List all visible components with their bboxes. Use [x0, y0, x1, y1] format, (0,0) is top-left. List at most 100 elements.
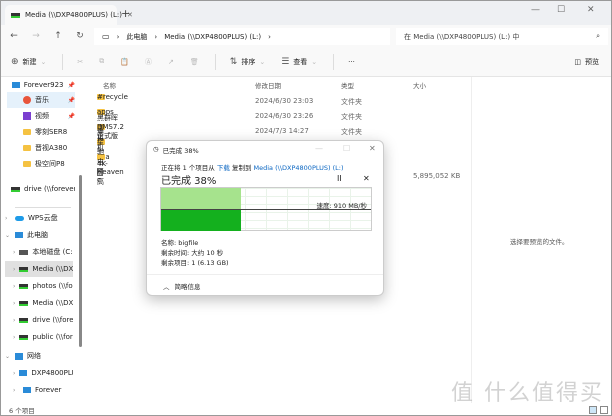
sidebar-item-label: 此电脑	[27, 231, 48, 239]
dialog-minimize-button[interactable]: —	[315, 144, 323, 153]
sidebar-item[interactable]: ⌄ 此电脑	[5, 227, 73, 243]
chevron-icon[interactable]: ›	[13, 317, 15, 324]
pin-icon: 📌	[67, 112, 75, 120]
less-details-button[interactable]: ︿ 简略信息	[163, 281, 201, 291]
copy-description: 正在将 1 个项目从 下载 复制到 Media (\\DXP4800PLUS) …	[161, 164, 344, 172]
file-name: 4K-Heaven c	[97, 160, 124, 184]
minimize-button[interactable]: —	[531, 5, 540, 15]
sidebar-item[interactable]: ⌄ 网络	[5, 348, 73, 364]
up-icon[interactable]: ↑	[47, 31, 69, 41]
forward-icon[interactable]: →	[25, 31, 47, 41]
chevron-icon[interactable]: ⌄	[5, 232, 11, 239]
breadcrumb-media[interactable]: Media (\\DXP4800PLUS) (L:)	[164, 33, 261, 41]
sidebar-item[interactable]: › Forever	[5, 382, 73, 398]
sidebar-item[interactable]: drive (\\forever	[7, 181, 75, 197]
cloud-icon	[15, 215, 24, 221]
chevron-icon[interactable]: ›	[13, 387, 19, 394]
chevron-icon[interactable]: ›	[13, 266, 15, 273]
scissors-icon: ✂	[77, 57, 84, 66]
dialog-maximize-button[interactable]: ☐	[343, 144, 350, 153]
tab-media[interactable]: Media (\\DXP4800PLUS) (L:) ✕	[5, 5, 133, 25]
chevron-icon[interactable]: ›	[13, 334, 15, 341]
sidebar-item-label: DXP4800PLU	[31, 369, 73, 377]
sidebar-scrollbar[interactable]	[79, 175, 82, 347]
destination-link[interactable]: Media (\\DXP4800PLUS) (L:)	[254, 164, 344, 172]
sidebar-item[interactable]: 视频 📌	[7, 108, 75, 124]
sidebar-item[interactable]: › WPS云盘	[5, 210, 73, 226]
view-button[interactable]: ☰ 查看 ⌄	[281, 57, 317, 67]
sidebar-item-label: Forever	[35, 386, 62, 394]
clock-icon: ◷	[153, 145, 159, 153]
sidebar-item[interactable]: 晋视A380	[7, 140, 75, 156]
address-bar[interactable]: ▭ › 此电脑 › Media (\\DXP4800PLUS) (L:) ›	[94, 28, 390, 45]
chevron-icon[interactable]: ›	[13, 300, 15, 307]
folder-icon	[23, 145, 31, 151]
sidebar-item[interactable]: 极空间P8	[7, 156, 75, 172]
sidebar-item-label: 音乐	[35, 96, 49, 104]
more-button[interactable]: ···	[348, 58, 355, 66]
music-icon	[23, 96, 31, 104]
cancel-copy-button[interactable]: ✕	[363, 174, 370, 183]
close-button[interactable]: ✕	[587, 5, 595, 15]
drive-icon	[19, 266, 29, 272]
sidebar-item[interactable]: Forever923 📌	[7, 77, 75, 93]
new-button[interactable]: ⊕ 新建 ⌄	[11, 57, 46, 67]
file-name: 名称: bigfile	[161, 239, 199, 247]
details-view-button[interactable]	[589, 406, 597, 414]
dialog-close-button[interactable]: ✕	[369, 144, 376, 153]
chevron-icon[interactable]: ›	[5, 215, 11, 222]
sidebar-item[interactable]: › Media (\\DXP	[5, 295, 73, 311]
sidebar-item-label: 零刻SER8	[35, 128, 68, 136]
sidebar-item-label: drive (\\forev	[32, 316, 73, 324]
share-button[interactable]: ↗	[168, 58, 174, 66]
file-row[interactable]: apps 2024/6/30 23:26 文件夹	[87, 108, 471, 127]
sidebar-item[interactable]: › photos (\\fore	[5, 278, 73, 294]
pin-icon: 📌	[67, 81, 75, 89]
column-size[interactable]: 大小	[413, 80, 426, 90]
breadcrumb-this-pc[interactable]: 此电脑	[126, 32, 147, 42]
preview-placeholder: 选择要预览的文件。	[510, 238, 569, 246]
column-headers: 名称 修改日期 类型 大小	[87, 80, 471, 94]
sidebar-item[interactable]: 零刻SER8	[7, 124, 75, 140]
chevron-icon[interactable]: ⌄	[5, 353, 11, 360]
source-link[interactable]: 下载	[217, 164, 230, 172]
cut-button[interactable]: ✂	[77, 58, 83, 66]
sidebar-item-label: drive (\\forever	[24, 185, 75, 193]
column-type[interactable]: 类型	[341, 80, 354, 90]
disk-icon	[19, 249, 29, 255]
rename-button[interactable]: Ⓐ	[145, 57, 152, 67]
pause-button[interactable]: II	[337, 174, 342, 183]
sidebar-item[interactable]: › DXP4800PLU	[5, 365, 73, 381]
sidebar-item[interactable]: › drive (\\forev	[5, 312, 73, 328]
search-input[interactable]: 在 Media (\\DXP4800PLUS) (L:) 中 ⌕	[396, 28, 608, 45]
new-tab-button[interactable]: +	[121, 7, 130, 20]
column-name[interactable]: 名称	[103, 80, 116, 90]
preview-button[interactable]: ◫ 预览	[574, 57, 599, 67]
maximize-button[interactable]: ☐	[557, 5, 565, 15]
desktop-icon	[23, 387, 31, 393]
sidebar-item[interactable]: 音乐 📌	[7, 92, 75, 108]
progress-fill-light	[161, 188, 241, 209]
sidebar-item[interactable]: › 本地磁盘 (C:)	[5, 244, 73, 260]
chevron-icon[interactable]: ›	[13, 283, 15, 290]
chevron-icon[interactable]: ›	[13, 249, 15, 256]
desktop-icon	[11, 82, 20, 88]
column-date[interactable]: 修改日期	[255, 80, 281, 90]
sort-button[interactable]: ⇅ 排序 ⌄	[230, 57, 265, 67]
sidebar-item[interactable]: › public (\\fore	[5, 329, 73, 345]
progress-label: 已完成 38%	[161, 176, 217, 187]
file-type: 文件夹	[341, 98, 362, 106]
file-row[interactable]: #recycle 2024/6/30 23:03 文件夹	[87, 93, 471, 112]
paste-button[interactable]: 📋	[120, 58, 129, 66]
copy-button[interactable]: ⧉	[99, 57, 104, 66]
file-name: #recycle	[97, 93, 128, 101]
refresh-icon[interactable]: ↻	[69, 31, 91, 41]
chevron-icon[interactable]: ›	[13, 370, 15, 377]
tiles-view-button[interactable]	[600, 406, 608, 414]
delete-button[interactable]: 🗑	[190, 58, 199, 66]
sidebar-item[interactable]: › Media (\\DXP	[5, 261, 73, 277]
rename-icon: Ⓐ	[145, 57, 153, 66]
drive-icon	[19, 283, 29, 289]
back-icon[interactable]: ←	[3, 31, 25, 41]
pc-icon	[15, 232, 23, 238]
